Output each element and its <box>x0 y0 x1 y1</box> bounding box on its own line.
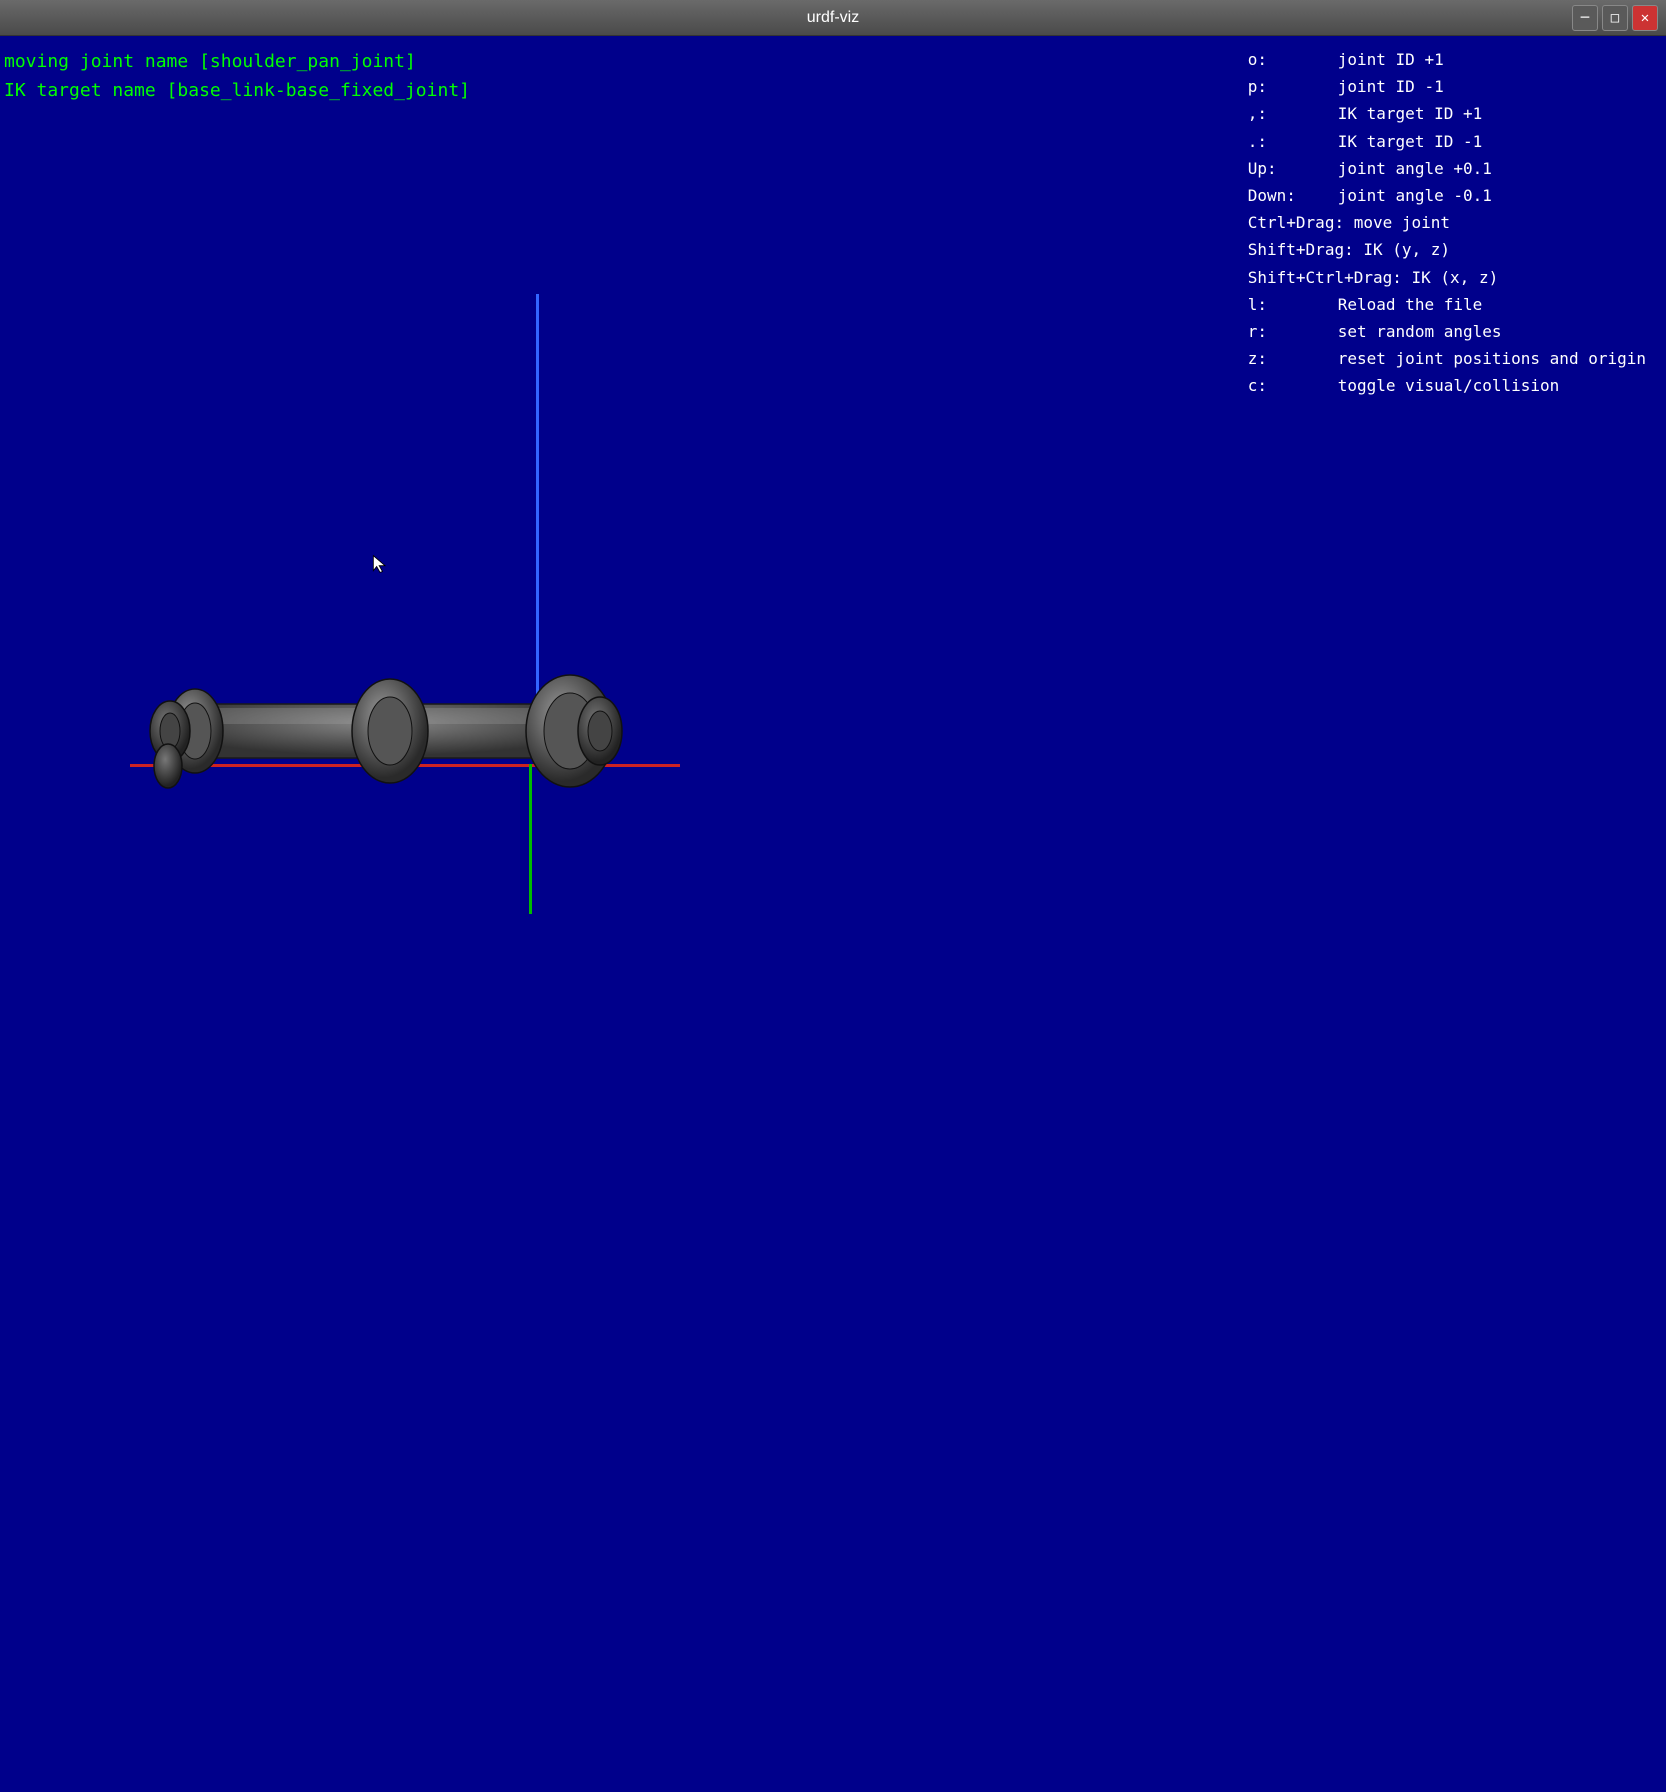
window-controls: ─ □ ✕ <box>1572 5 1658 31</box>
shortcut-desc-6: move joint <box>1354 209 1450 236</box>
robot-arm-svg <box>120 636 640 836</box>
mouse-cursor <box>370 554 390 574</box>
shortcut-desc-5: joint angle -0.1 <box>1338 182 1492 209</box>
shortcut-key-8: Shift+Ctrl+Drag: <box>1248 264 1412 291</box>
shortcut-key-1: p: <box>1248 73 1338 100</box>
shortcut-key-12: c: <box>1248 372 1338 399</box>
shortcut-key-10: r: <box>1248 318 1338 345</box>
shortcut-desc-10: set random angles <box>1338 318 1502 345</box>
shortcut-row-2: ,: IK target ID +1 <box>1248 100 1646 127</box>
shortcut-key-11: z: <box>1248 345 1338 372</box>
shortcut-desc-7: IK (y, z) <box>1363 236 1450 263</box>
shortcut-desc-12: toggle visual/collision <box>1338 372 1560 399</box>
shortcut-row-3: .: IK target ID -1 <box>1248 128 1646 155</box>
titlebar: urdf-viz ─ □ ✕ <box>0 0 1666 36</box>
shortcut-key-3: .: <box>1248 128 1338 155</box>
window-title: urdf-viz <box>807 9 859 27</box>
shortcut-key-7: Shift+Drag: <box>1248 236 1364 263</box>
minimize-button[interactable]: ─ <box>1572 5 1598 31</box>
shortcut-desc-0: joint ID +1 <box>1338 46 1444 73</box>
shortcut-row-8: Shift+Ctrl+Drag: IK (x, z) <box>1248 264 1646 291</box>
close-button[interactable]: ✕ <box>1632 5 1658 31</box>
shortcut-row-9: l: Reload the file <box>1248 291 1646 318</box>
shortcut-desc-3: IK target ID -1 <box>1338 128 1483 155</box>
shortcut-desc-9: Reload the file <box>1338 291 1483 318</box>
shortcut-desc-1: joint ID -1 <box>1338 73 1444 100</box>
shortcuts-panel: o: joint ID +1p: joint ID -1,: IK target… <box>1248 46 1646 399</box>
shortcut-desc-11: reset joint positions and origin <box>1338 345 1646 372</box>
shortcut-row-6: Ctrl+Drag: move joint <box>1248 209 1646 236</box>
shortcut-row-11: z: reset joint positions and origin <box>1248 345 1646 372</box>
shortcut-key-6: Ctrl+Drag: <box>1248 209 1354 236</box>
shortcut-row-1: p: joint ID -1 <box>1248 73 1646 100</box>
3d-viewport[interactable]: moving joint name [shoulder_pan_joint] I… <box>0 36 1666 1792</box>
shortcut-row-5: Down: joint angle -0.1 <box>1248 182 1646 209</box>
shortcut-row-4: Up: joint angle +0.1 <box>1248 155 1646 182</box>
shortcut-key-2: ,: <box>1248 100 1338 127</box>
shortcut-row-0: o: joint ID +1 <box>1248 46 1646 73</box>
shortcut-desc-4: joint angle +0.1 <box>1338 155 1492 182</box>
ik-target-label: IK target name [base_link-base_fixed_joi… <box>4 77 470 106</box>
shortcut-row-10: r: set random angles <box>1248 318 1646 345</box>
shortcut-desc-2: IK target ID +1 <box>1338 100 1483 127</box>
shortcut-key-9: l: <box>1248 291 1338 318</box>
shortcut-key-4: Up: <box>1248 155 1338 182</box>
maximize-button[interactable]: □ <box>1602 5 1628 31</box>
shortcut-row-12: c: toggle visual/collision <box>1248 372 1646 399</box>
joint-info-panel: moving joint name [shoulder_pan_joint] I… <box>4 48 470 106</box>
moving-joint-label: moving joint name [shoulder_pan_joint] <box>4 48 470 77</box>
shortcut-desc-8: IK (x, z) <box>1412 264 1499 291</box>
shortcut-key-0: o: <box>1248 46 1338 73</box>
shortcut-key-5: Down: <box>1248 182 1338 209</box>
shortcut-row-7: Shift+Drag: IK (y, z) <box>1248 236 1646 263</box>
